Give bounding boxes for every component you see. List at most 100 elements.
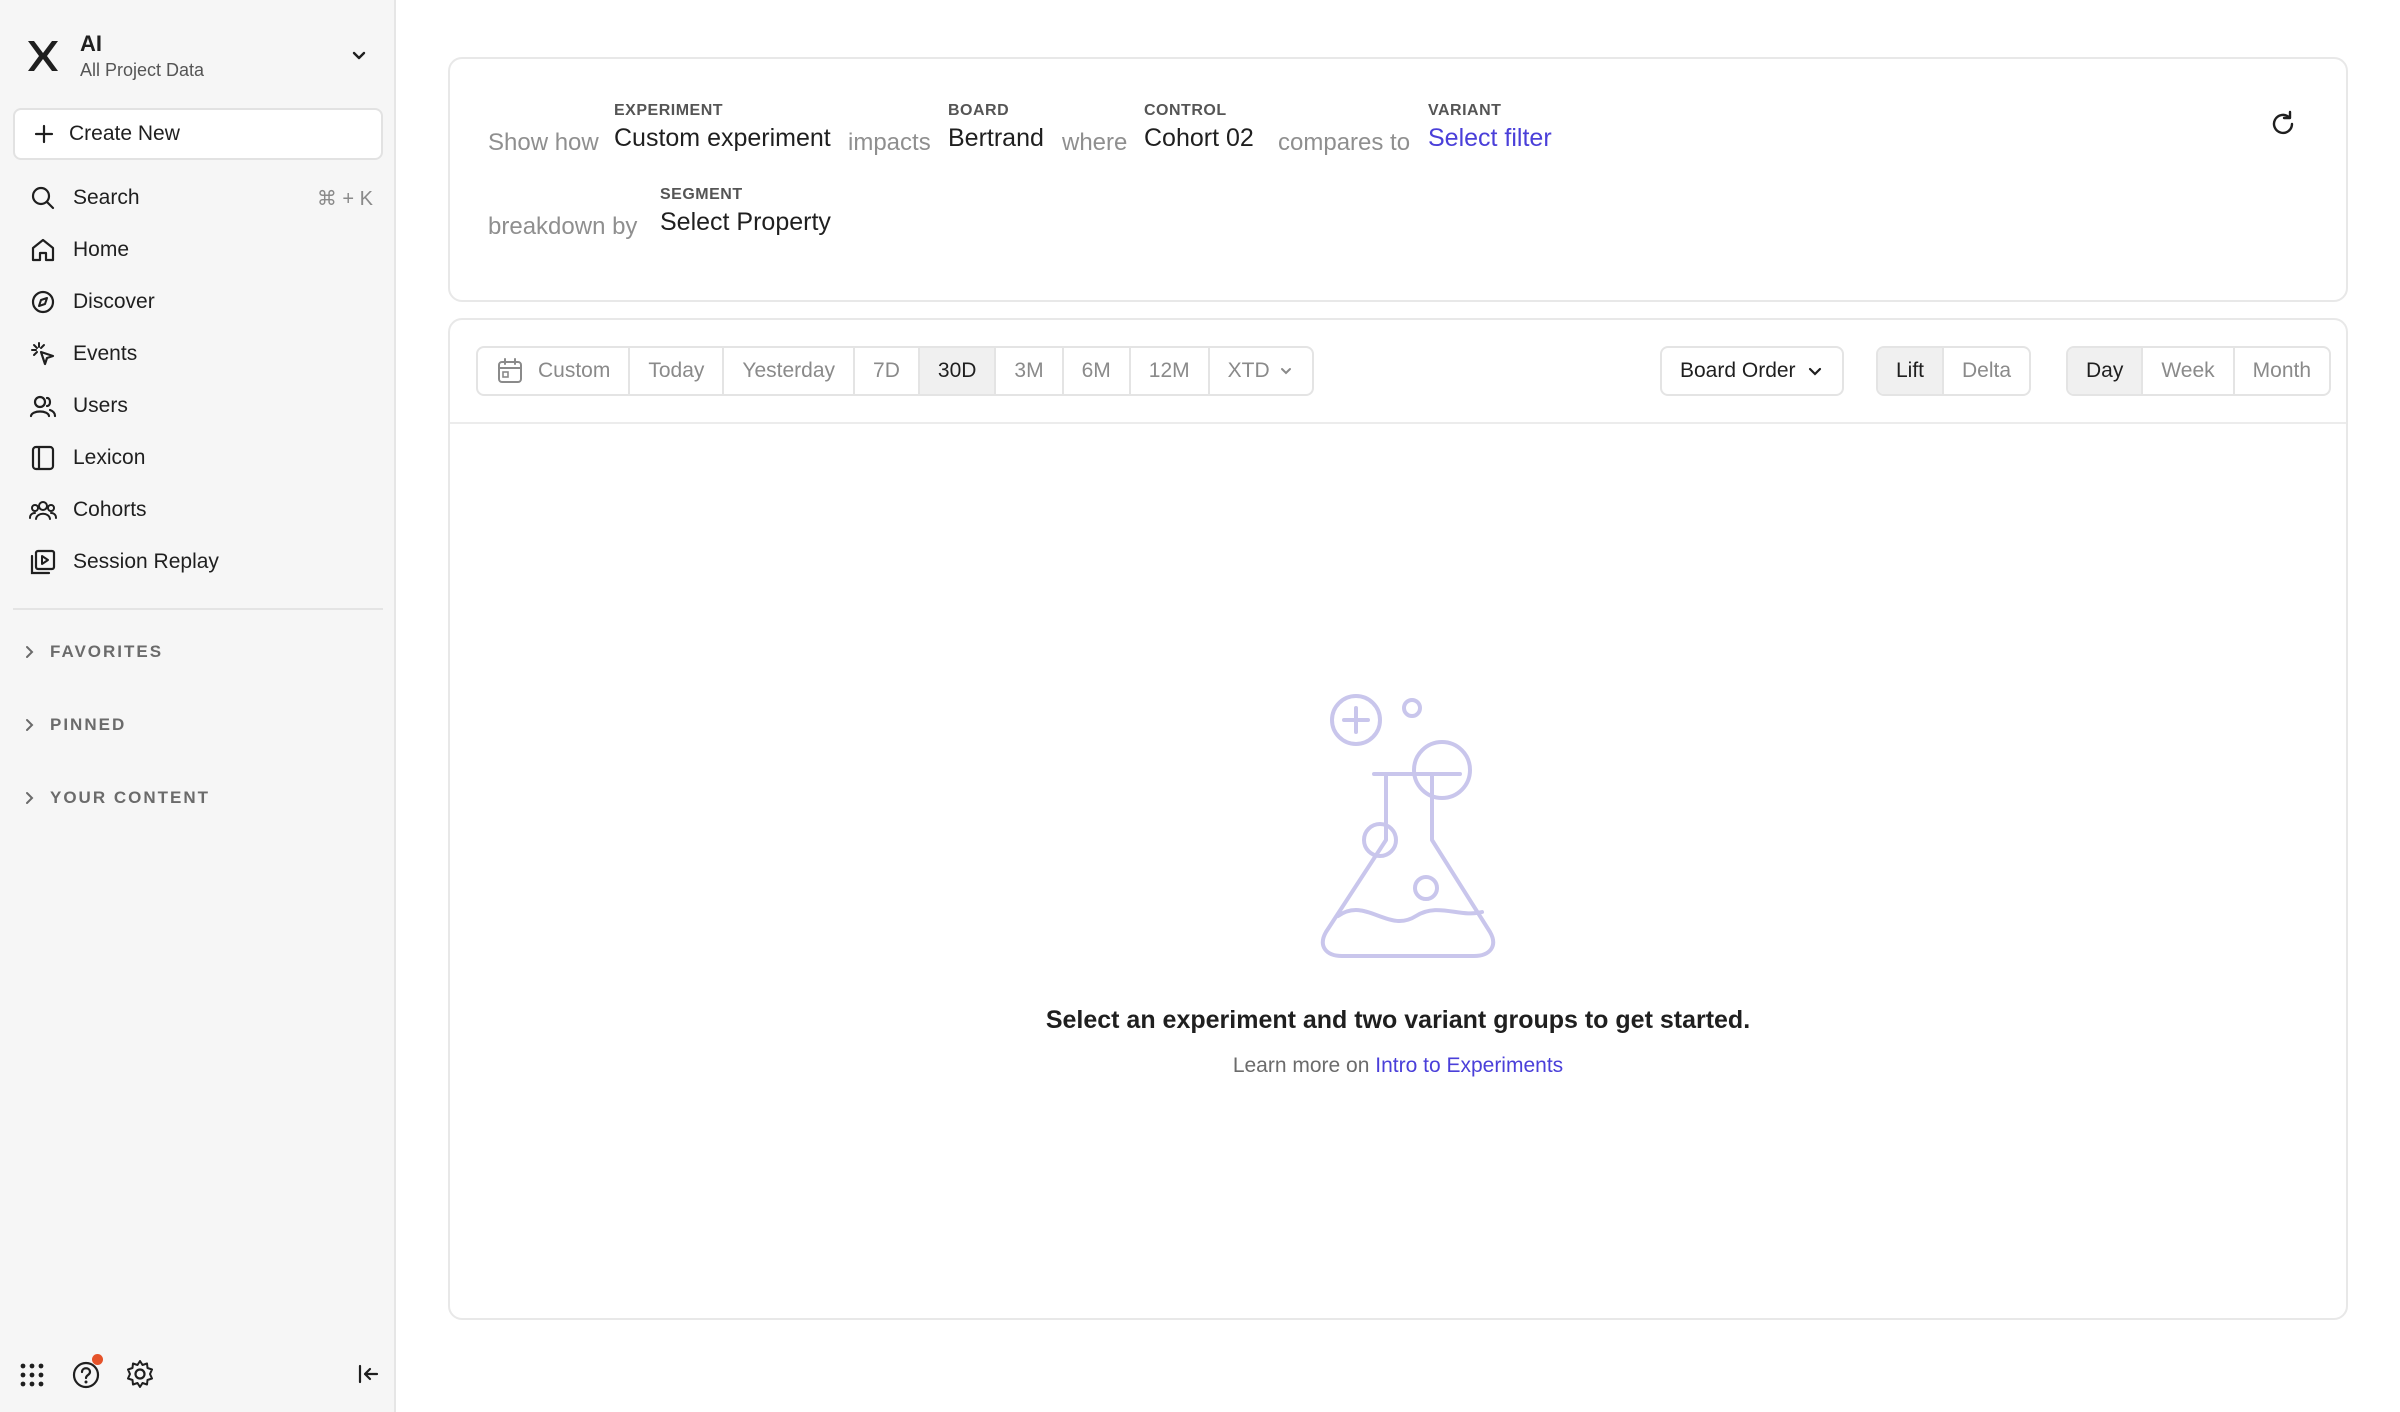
query-compares-to: compares to	[1278, 129, 1411, 156]
users-icon	[29, 392, 57, 420]
collapse-sidebar-icon[interactable]	[352, 1358, 384, 1390]
cohorts-icon	[29, 496, 57, 524]
empty-state-subtitle: Learn more on Intro to Experiments	[450, 1054, 2346, 1078]
sidebar-item-search[interactable]: Search ⌘ + K	[13, 172, 383, 224]
sidebar-item-label: Cohorts	[73, 498, 147, 521]
sidebar-item-label: Users	[73, 394, 128, 417]
experiment-label: EXPERIMENT	[614, 102, 724, 119]
sidebar-item-events[interactable]: Events	[13, 328, 383, 380]
sidebar-item-session-replay[interactable]: Session Replay	[13, 536, 383, 588]
chevron-down-icon[interactable]	[348, 45, 370, 67]
board-value: Bertrand	[948, 124, 1044, 152]
sort-label: Board Order	[1680, 359, 1796, 382]
chevron-right-icon	[26, 719, 34, 731]
sidebar-divider	[13, 608, 383, 610]
mode-lift[interactable]: Lift	[1878, 348, 1945, 394]
lift-delta-toggle: Lift Delta	[1876, 346, 2032, 396]
chevron-right-icon	[26, 792, 34, 804]
date-range-label: XTD	[1227, 359, 1270, 382]
sidebar-item-label: Home	[73, 238, 130, 261]
date-range-today[interactable]: Today	[630, 348, 725, 394]
chevron-down-icon	[1280, 368, 1291, 375]
section-label: PINNED	[50, 715, 127, 734]
compass-icon	[29, 288, 57, 316]
interval-day[interactable]: Day	[2068, 348, 2144, 394]
notification-dot	[92, 1354, 103, 1365]
date-range-picker: Custom Today Yesterday 7D 30D 3M 6M 12M …	[476, 346, 1314, 396]
query-where: where	[1062, 129, 1128, 156]
date-range-yesterday[interactable]: Yesterday	[724, 348, 856, 394]
search-shortcut: ⌘ + K	[316, 187, 373, 210]
segment-selector[interactable]: SEGMENT Select Property	[660, 185, 831, 239]
replay-icon	[29, 548, 57, 576]
search-icon	[29, 184, 57, 212]
sidebar-item-home[interactable]: Home	[13, 224, 383, 276]
variant-selector[interactable]: VARIANT Select filter	[1428, 101, 1552, 155]
interval-month[interactable]: Month	[2235, 348, 2329, 394]
cursor-click-icon	[29, 340, 57, 368]
query-impacts: impacts	[848, 129, 931, 156]
section-favorites[interactable]: FAVORITES	[22, 636, 163, 668]
sidebar-footer	[0, 1352, 396, 1396]
query-show-how: Show how	[488, 129, 599, 156]
sidebar-item-cohorts[interactable]: Cohorts	[13, 484, 383, 536]
sidebar-item-label: Discover	[73, 290, 155, 313]
results-card: Custom Today Yesterday 7D 30D 3M 6M 12M …	[448, 318, 2348, 1320]
intro-to-experiments-link[interactable]: Intro to Experiments	[1375, 1054, 1563, 1077]
date-range-xtd[interactable]: XTD	[1210, 348, 1312, 394]
home-icon	[29, 236, 57, 264]
section-label: FAVORITES	[50, 642, 164, 661]
date-range-6m[interactable]: 6M	[1064, 348, 1131, 394]
project-name: AI	[80, 31, 102, 56]
segment-value: Select Property	[660, 208, 831, 236]
sidebar-item-label: Events	[73, 342, 138, 365]
flask-illustration-icon	[1320, 694, 1496, 958]
variant-value[interactable]: Select filter	[1428, 121, 1552, 155]
interval-toggle: Day Week Month	[2066, 346, 2332, 396]
experiment-value: Custom experiment	[614, 124, 831, 152]
date-range-7d[interactable]: 7D	[855, 348, 920, 394]
sidebar-item-label: Session Replay	[73, 550, 219, 573]
date-range-30d[interactable]: 30D	[919, 348, 997, 394]
results-toolbar: Custom Today Yesterday 7D 30D 3M 6M 12M …	[450, 320, 2346, 424]
learn-more-text: Learn more on	[1232, 1054, 1370, 1077]
apps-grid-icon[interactable]	[16, 1358, 48, 1390]
segment-label: SEGMENT	[660, 186, 743, 203]
refresh-icon[interactable]	[2268, 109, 2298, 139]
interval-week[interactable]: Week	[2143, 348, 2235, 394]
control-value: Cohort 02	[1144, 124, 1254, 152]
sidebar-item-label: Search	[73, 186, 140, 209]
sidebar: AI All Project Data Create New Search ⌘ …	[0, 0, 396, 1412]
date-range-3m[interactable]: 3M	[996, 348, 1064, 394]
query-breakdown-by: breakdown by	[488, 213, 638, 240]
sort-dropdown[interactable]: Board Order	[1660, 346, 1844, 396]
gear-icon[interactable]	[124, 1358, 156, 1390]
section-label: YOUR CONTENT	[50, 788, 210, 807]
create-new-label: Create New	[69, 122, 180, 145]
sidebar-item-label: Lexicon	[73, 446, 146, 469]
chevron-right-icon	[26, 646, 34, 658]
create-new-button[interactable]: Create New	[13, 108, 383, 160]
sidebar-nav: Search ⌘ + K Home Discover Events Users …	[13, 172, 383, 588]
project-subtitle: All Project Data	[80, 60, 205, 80]
section-pinned[interactable]: PINNED	[22, 709, 126, 741]
experiment-query-card: Show how EXPERIMENT Custom experiment im…	[448, 57, 2348, 302]
book-icon	[29, 444, 57, 472]
experiment-selector[interactable]: EXPERIMENT Custom experiment	[614, 101, 831, 155]
date-range-custom[interactable]: Custom	[478, 348, 631, 394]
control-selector[interactable]: CONTROL Cohort 02	[1144, 101, 1254, 155]
calendar-icon	[498, 358, 522, 383]
empty-state-title: Select an experiment and two variant gro…	[1045, 1006, 1751, 1034]
section-your-content[interactable]: YOUR CONTENT	[22, 782, 210, 814]
board-selector[interactable]: BOARD Bertrand	[948, 101, 1044, 155]
board-label: BOARD	[948, 102, 1010, 119]
app-logo-icon	[28, 41, 58, 71]
control-label: CONTROL	[1144, 102, 1227, 119]
mode-delta[interactable]: Delta	[1944, 348, 2029, 394]
sidebar-item-users[interactable]: Users	[13, 380, 383, 432]
sidebar-item-lexicon[interactable]: Lexicon	[13, 432, 383, 484]
sidebar-item-discover[interactable]: Discover	[13, 276, 383, 328]
date-range-12m[interactable]: 12M	[1131, 348, 1210, 394]
project-switcher[interactable]: AI All Project Data	[24, 26, 376, 86]
date-range-label: Custom	[538, 359, 611, 382]
